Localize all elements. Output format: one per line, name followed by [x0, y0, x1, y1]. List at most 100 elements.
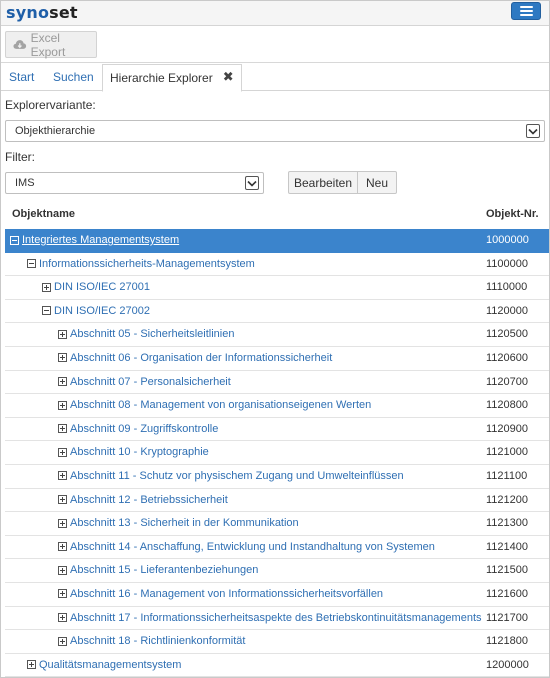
table-row[interactable]: Abschnitt 16 - Management von Informatio…: [5, 583, 549, 607]
tree-node-label[interactable]: Informationssicherheits-Managementsystem: [39, 258, 255, 270]
column-header-objekt-nr[interactable]: Objekt-Nr.: [486, 208, 539, 220]
object-number: 1121000: [486, 446, 529, 459]
expand-icon[interactable]: [58, 471, 67, 481]
hamburger-menu-button[interactable]: [511, 2, 541, 20]
table-row[interactable]: Informationssicherheits-Managementsystem…: [5, 253, 549, 277]
table-row[interactable]: Abschnitt 18 - Richtlinienkonformität 112…: [5, 630, 549, 654]
tree-node-label[interactable]: Abschnitt 10 - Kryptographie: [70, 446, 209, 458]
table-row[interactable]: Abschnitt 13 - Sicherheit in der Kommuni…: [5, 512, 549, 536]
tree-node-label[interactable]: Qualitätsmanagementsystem: [39, 659, 181, 671]
table-row[interactable]: Integriertes Managementsystem 1000000: [5, 229, 549, 253]
object-number: 1121100: [486, 469, 528, 482]
tree-node[interactable]: Abschnitt 09 - Zugriffskontrolle: [58, 423, 218, 435]
column-header-objektname[interactable]: Objektname: [12, 208, 75, 220]
table-row[interactable]: Abschnitt 12 - Betriebssicherheit 1121200: [5, 489, 549, 513]
tree-node-label[interactable]: Abschnitt 06 - Organisation der Informat…: [70, 352, 332, 364]
object-number: 1200000: [486, 658, 529, 671]
tree-node[interactable]: Abschnitt 06 - Organisation der Informat…: [58, 352, 332, 364]
collapse-icon[interactable]: [10, 235, 19, 245]
tree-node-label[interactable]: Integriertes Managementsystem: [22, 234, 179, 246]
tree-node-label[interactable]: Abschnitt 14 - Anschaffung, Entwicklung …: [70, 541, 435, 553]
expand-icon[interactable]: [58, 447, 67, 457]
toolbar: Excel Export: [1, 27, 549, 63]
tree-node-label[interactable]: Abschnitt 08 - Management von organisati…: [70, 399, 371, 411]
close-icon[interactable]: ✖: [223, 70, 234, 91]
expand-icon[interactable]: [27, 660, 36, 670]
tree-node-label[interactable]: Abschnitt 05 - Sicherheitsleitlinien: [70, 328, 234, 340]
tree-node[interactable]: Abschnitt 15 - Lieferantenbeziehungen: [58, 564, 258, 576]
tree-node[interactable]: DIN ISO/IEC 27001: [42, 281, 150, 293]
tree-node[interactable]: Qualitätsmanagementsystem: [27, 659, 181, 671]
tree-node-label[interactable]: Abschnitt 12 - Betriebssicherheit: [70, 494, 228, 506]
expand-icon[interactable]: [58, 377, 67, 387]
tree-node-label[interactable]: Abschnitt 15 - Lieferantenbeziehungen: [70, 564, 258, 576]
expand-icon[interactable]: [58, 353, 67, 363]
expand-icon[interactable]: [58, 400, 67, 410]
table-header: Objektname Objekt-Nr.: [5, 201, 549, 228]
synoset-logo[interactable]: synoset: [6, 3, 78, 22]
tree-node[interactable]: Abschnitt 08 - Management von organisati…: [58, 399, 371, 411]
excel-export-label: Excel Export: [30, 30, 66, 59]
expand-icon[interactable]: [58, 542, 67, 552]
tree-node[interactable]: Abschnitt 07 - Personalsicherheit: [58, 376, 231, 388]
tree-node-label[interactable]: Abschnitt 07 - Personalsicherheit: [70, 376, 231, 388]
tree-node[interactable]: DIN ISO/IEC 27002: [42, 305, 150, 317]
excel-export-button[interactable]: Excel Export: [5, 30, 97, 59]
table-row[interactable]: Abschnitt 17 - Informationssicherheitsas…: [5, 607, 549, 631]
tree-node-label[interactable]: Abschnitt 16 - Management von Informatio…: [70, 588, 383, 600]
tree-node-label[interactable]: Abschnitt 13 - Sicherheit in der Kommuni…: [70, 517, 299, 529]
tree-node[interactable]: Abschnitt 11 - Schutz vor physischem Zug…: [58, 470, 404, 482]
expand-icon[interactable]: [58, 589, 67, 599]
tree-node[interactable]: Abschnitt 16 - Management von Informatio…: [58, 588, 383, 600]
logo-part-syno: syno: [6, 3, 50, 22]
table-row[interactable]: Abschnitt 10 - Kryptographie 1121000: [5, 441, 549, 465]
explorer-variant-select[interactable]: Objekthierarchie: [5, 120, 545, 142]
tree-node-label[interactable]: Abschnitt 17 - Informationssicherheitsas…: [70, 612, 482, 624]
expand-icon[interactable]: [58, 636, 67, 646]
table-row[interactable]: Abschnitt 09 - Zugriffskontrolle 1120900: [5, 418, 549, 442]
tree-node[interactable]: Abschnitt 14 - Anschaffung, Entwicklung …: [58, 541, 435, 553]
filter-edit-button[interactable]: Bearbeiten: [288, 171, 358, 194]
table-row[interactable]: Qualitätsmanagementsystem 1200000: [5, 654, 549, 678]
tree-node[interactable]: Abschnitt 10 - Kryptographie: [58, 446, 209, 458]
expand-icon[interactable]: [58, 613, 67, 622]
tree-node[interactable]: Abschnitt 17 - Informationssicherheitsas…: [58, 612, 482, 624]
object-number: 1100000: [486, 257, 529, 270]
tree-node-label[interactable]: Abschnitt 09 - Zugriffskontrolle: [70, 423, 218, 435]
table-row[interactable]: Abschnitt 06 - Organisation der Informat…: [5, 347, 549, 371]
expand-icon[interactable]: [58, 495, 67, 505]
tree-node-label[interactable]: Abschnitt 18 - Richtlinienkonformität: [70, 635, 245, 647]
tab-hierarchie-explorer[interactable]: Hierarchie Explorer ✖: [102, 64, 242, 92]
table-row[interactable]: Abschnitt 14 - Anschaffung, Entwicklung …: [5, 536, 549, 560]
table-row[interactable]: Abschnitt 11 - Schutz vor physischem Zug…: [5, 465, 549, 489]
table-row[interactable]: Abschnitt 08 - Management von organisati…: [5, 394, 549, 418]
cloud-download-icon: [13, 40, 27, 49]
chevron-down-icon: [245, 176, 259, 190]
filter-select[interactable]: IMS: [5, 172, 264, 194]
tree-node-label[interactable]: DIN ISO/IEC 27002: [54, 305, 150, 317]
collapse-icon[interactable]: [27, 259, 36, 269]
collapse-icon[interactable]: [42, 306, 51, 316]
tab-suchen[interactable]: Suchen: [53, 70, 94, 84]
expand-icon[interactable]: [58, 518, 67, 528]
tree-node[interactable]: Abschnitt 18 - Richtlinienkonformität: [58, 635, 245, 647]
expand-icon[interactable]: [58, 424, 67, 434]
tree-node[interactable]: Abschnitt 13 - Sicherheit in der Kommuni…: [58, 517, 299, 529]
tree-node[interactable]: Abschnitt 12 - Betriebssicherheit: [58, 494, 228, 506]
table-row[interactable]: DIN ISO/IEC 27002 1120000: [5, 300, 549, 324]
tree-node[interactable]: Abschnitt 05 - Sicherheitsleitlinien: [58, 328, 234, 340]
expand-icon[interactable]: [42, 282, 51, 292]
tree-node[interactable]: Informationssicherheits-Managementsystem: [27, 258, 255, 270]
tree-node[interactable]: Integriertes Managementsystem: [10, 234, 179, 246]
table-row[interactable]: Abschnitt 05 - Sicherheitsleitlinien 1120…: [5, 323, 549, 347]
expand-icon[interactable]: [58, 565, 67, 575]
filter-new-button[interactable]: Neu: [357, 171, 397, 194]
expand-icon[interactable]: [58, 329, 67, 339]
tab-start[interactable]: Start: [9, 70, 34, 84]
table-row[interactable]: Abschnitt 07 - Personalsicherheit 1120700: [5, 371, 549, 395]
object-number: 1121400: [486, 540, 529, 553]
table-row[interactable]: Abschnitt 15 - Lieferantenbeziehungen 112…: [5, 559, 549, 583]
table-row[interactable]: DIN ISO/IEC 27001 1110000: [5, 276, 549, 300]
tree-node-label[interactable]: Abschnitt 11 - Schutz vor physischem Zug…: [70, 470, 404, 482]
tree-node-label[interactable]: DIN ISO/IEC 27001: [54, 281, 150, 293]
